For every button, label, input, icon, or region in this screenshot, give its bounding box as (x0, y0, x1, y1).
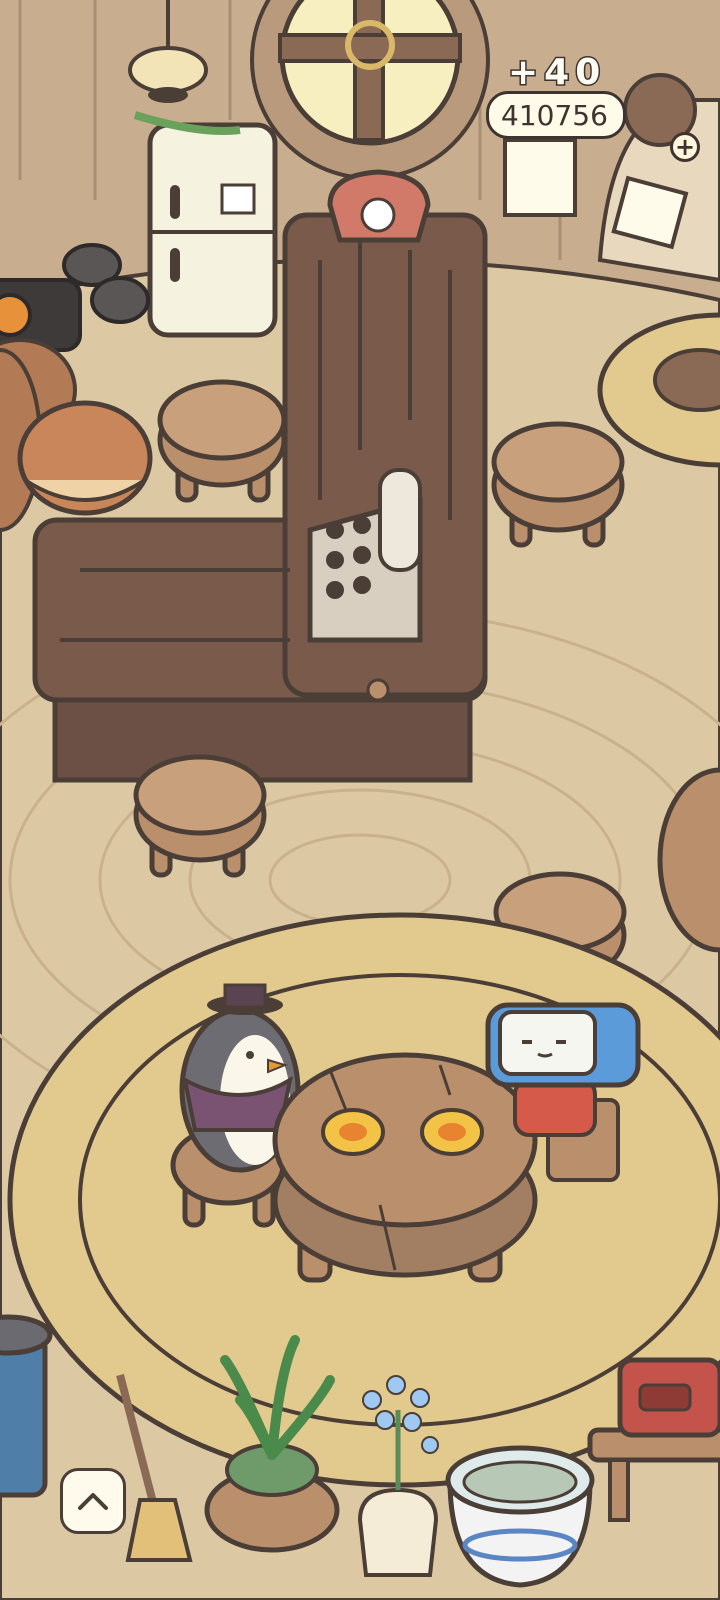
bread-loaf (17, 400, 153, 516)
stool-3 (133, 754, 267, 878)
menu-board (503, 138, 577, 217)
scroll-up-button[interactable] (60, 1468, 126, 1534)
plus-icon: + (674, 133, 696, 161)
telephone (327, 169, 431, 243)
coin-counter: 410756 (486, 91, 626, 139)
cafe-scene: +40 410756 + (0, 0, 720, 1600)
round-table (272, 1052, 538, 1283)
coin-gain-label: +40 (506, 51, 607, 95)
coin-total: 410756 (501, 98, 608, 132)
trash-bin (0, 1314, 53, 1498)
stool-2 (491, 421, 625, 548)
stool-1 (157, 379, 287, 503)
scene-artwork (0, 0, 720, 1600)
chevron-up-icon (78, 1493, 108, 1510)
fridge (133, 111, 278, 338)
add-coins-button[interactable]: + (670, 132, 700, 162)
